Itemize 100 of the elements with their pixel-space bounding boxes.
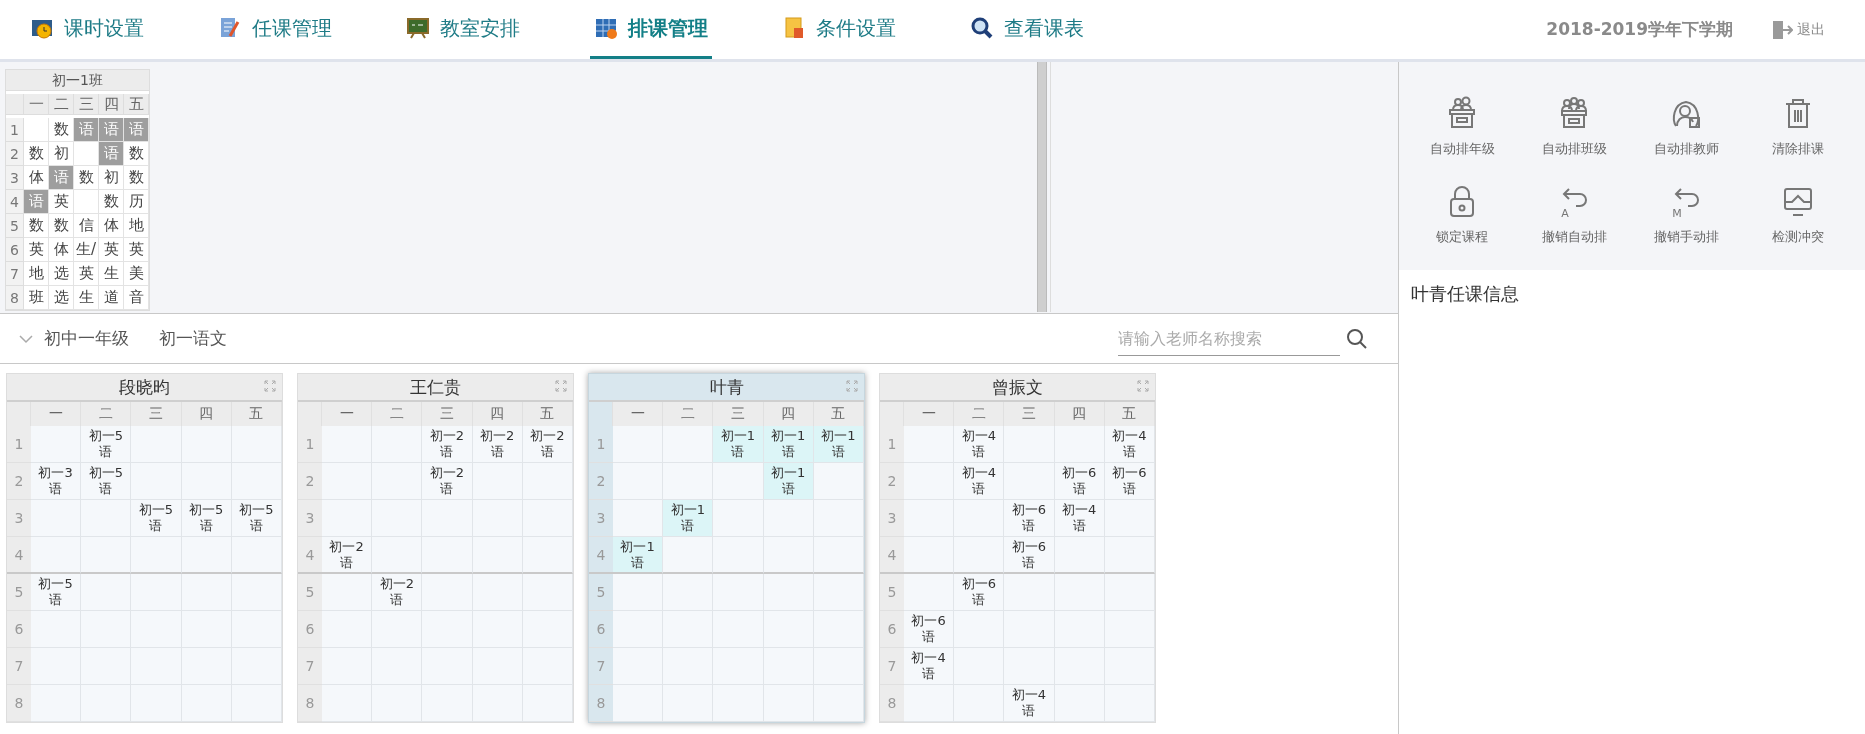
lesson-cell[interactable]: 初一4 语 [1054, 500, 1105, 537]
nav-tab[interactable]: 课时设置 [26, 0, 148, 59]
day-header: 三 [713, 402, 764, 426]
lesson-cell[interactable]: 初一6 语 [954, 574, 1005, 611]
lesson-cell[interactable]: 初一3 语 [31, 463, 82, 500]
lesson-cell[interactable]: 初一1 语 [763, 426, 814, 463]
subject-cell[interactable]: 数 [24, 142, 49, 166]
subject-tab[interactable]: 初一语文 [159, 327, 227, 350]
subject-cell[interactable]: 英 [124, 238, 149, 262]
search-icon[interactable] [1346, 327, 1368, 350]
subject-cell[interactable]: 地 [124, 214, 149, 238]
lesson-cell[interactable]: 初一1 语 [613, 537, 664, 574]
subject-cell[interactable]: 音 [124, 286, 149, 310]
subject-cell[interactable]: 数 [99, 190, 124, 214]
subject-cell[interactable]: 初 [49, 142, 74, 166]
nav-tab[interactable]: 排课管理 [590, 0, 712, 59]
subject-cell[interactable]: 班 [24, 286, 49, 310]
lesson-cell[interactable]: 初一4 语 [954, 426, 1005, 463]
toolbar-button[interactable]: A 撤销自动排 [1518, 184, 1630, 246]
lesson-cell[interactable]: 初一5 语 [81, 463, 132, 500]
subject-cell[interactable]: 选 [49, 286, 74, 310]
lesson-cell[interactable]: 初一4 语 [1104, 426, 1155, 463]
subject-cell[interactable]: 英 [74, 262, 99, 286]
teacher-name: 曾振文 [992, 375, 1043, 399]
toolbar-button[interactable]: 自动排教师 [1630, 96, 1742, 158]
toolbar-button[interactable]: 锁定课程 [1406, 184, 1518, 246]
subject-cell[interactable]: 初 [99, 166, 124, 190]
toolbar-button[interactable]: 清除排课 [1742, 96, 1854, 158]
subject-cell[interactable]: 数 [124, 166, 149, 190]
subject-cell[interactable]: 生/ [74, 238, 99, 262]
teacher-card[interactable]: 叶青 一 二 三 四 五 1 初一1 语 初一1 语 初一1 语 2 初一1 语 3 初一1 语 4 初一1 语 5 6 7 8 [588, 373, 865, 723]
lesson-cell[interactable]: 初一4 语 [1004, 685, 1055, 722]
toolbar-button[interactable]: 自动排班级 [1518, 96, 1630, 158]
splitter-bar[interactable] [1037, 62, 1047, 312]
period-number: 8 [7, 685, 31, 722]
lesson-cell[interactable]: 初一4 语 [954, 463, 1005, 500]
subject-cell[interactable]: 数 [49, 214, 74, 238]
lesson-cell[interactable]: 初一2 语 [522, 426, 573, 463]
lesson-cell[interactable]: 初一1 语 [713, 426, 764, 463]
nav-tab[interactable]: 任课管理 [214, 0, 336, 59]
expand-icon[interactable] [555, 380, 567, 392]
lesson-cell[interactable]: 初一2 语 [422, 463, 473, 500]
grade-dropdown[interactable]: 初中一年级 [18, 327, 129, 350]
lesson-cell[interactable]: 初一2 语 [322, 537, 373, 574]
lesson-cell[interactable]: 初一4 语 [904, 648, 955, 685]
lesson-cell[interactable]: 初一1 语 [763, 463, 814, 500]
class-label: 初一2 [379, 576, 414, 592]
expand-icon[interactable] [846, 380, 858, 392]
expand-icon[interactable] [1137, 380, 1149, 392]
teacher-card[interactable]: 曾振文 一 二 三 四 五 1 初一4 语 初一4 语 2 初一4 语 初一6 语 初一6 语 3 初一6 语 初一4 语 4 初一6 语 5 初一6 语 6 初一6 语 7 初一4 语 8 初一4 语 [879, 373, 1156, 723]
subject-cell[interactable]: 英 [24, 238, 49, 262]
period-number: 4 [880, 537, 904, 574]
subject-cell[interactable]: 体 [24, 166, 49, 190]
subject-cell[interactable]: 数 [24, 214, 49, 238]
expand-icon[interactable] [264, 380, 276, 392]
toolbar-button[interactable]: 检测冲突 [1742, 184, 1854, 246]
day-header: 一 [322, 402, 373, 426]
lesson-cell[interactable]: 初一2 语 [472, 426, 523, 463]
subject-cell[interactable]: 英 [49, 190, 74, 214]
day-header: 一 [613, 402, 664, 426]
lesson-cell[interactable]: 初一1 语 [813, 426, 864, 463]
subject-cell[interactable]: 选 [49, 262, 74, 286]
lesson-cell[interactable]: 初一1 语 [663, 500, 714, 537]
nav-tab[interactable]: 查看课表 [966, 0, 1088, 59]
subject-cell[interactable]: 数 [124, 142, 149, 166]
subject-cell[interactable]: 数 [74, 166, 99, 190]
lesson-cell[interactable]: 初一5 语 [81, 426, 132, 463]
logout-button[interactable]: 退出 [1771, 18, 1825, 41]
lesson-cell[interactable]: 初一6 语 [1104, 463, 1155, 500]
subject-cell[interactable]: 地 [24, 262, 49, 286]
lesson-cell[interactable]: 初一5 语 [231, 500, 282, 537]
teacher-card[interactable]: 段晓昀 一 二 三 四 五 1 初一5 语 2 初一3 语 初一5 语 3 初一5 语 初一5 语 初一5 语 4 5 初一5 语 6 7 8 [6, 373, 283, 723]
subject-cell[interactable]: 生 [99, 262, 124, 286]
nav-tab[interactable]: 教室安排 [402, 0, 524, 59]
lesson-cell[interactable]: 初一2 语 [372, 574, 423, 611]
subject-cell[interactable]: 历 [124, 190, 149, 214]
lesson-cell[interactable]: 初一6 语 [1004, 537, 1055, 574]
lesson-cell[interactable]: 初一5 语 [31, 574, 82, 611]
subject-cell[interactable]: 信 [74, 214, 99, 238]
subject-cell[interactable]: 生 [74, 286, 99, 310]
subject-cell[interactable]: 美 [124, 262, 149, 286]
subject-cell[interactable]: 数 [49, 118, 74, 142]
day-header: 四 [99, 94, 124, 115]
teacher-card[interactable]: 王仁贵 一 二 三 四 五 1 初一2 语 初一2 语 初一2 语 2 初一2 语 3 4 初一2 语 5 初一2 语 6 7 8 [297, 373, 574, 723]
lesson-cell[interactable]: 初一2 语 [422, 426, 473, 463]
search-field[interactable]: 请输入老师名称搜索 [1118, 321, 1340, 356]
lesson-cell[interactable]: 初一6 语 [1004, 500, 1055, 537]
lesson-cell[interactable]: 初一5 语 [131, 500, 182, 537]
subject-cell[interactable]: 英 [99, 238, 124, 262]
class-label: 初一1 [771, 428, 806, 444]
subject-cell[interactable]: 道 [99, 286, 124, 310]
subject-cell[interactable]: 体 [99, 214, 124, 238]
toolbar-button[interactable]: M 撤销手动排 [1630, 184, 1742, 246]
nav-tab[interactable]: 条件设置 [778, 0, 900, 59]
subject-cell[interactable]: 体 [49, 238, 74, 262]
lesson-cell[interactable]: 初一6 语 [1054, 463, 1105, 500]
header-corner [298, 402, 322, 426]
lesson-cell[interactable]: 初一6 语 [904, 611, 955, 648]
toolbar-button[interactable]: 自动排年级 [1406, 96, 1518, 158]
lesson-cell[interactable]: 初一5 语 [181, 500, 232, 537]
